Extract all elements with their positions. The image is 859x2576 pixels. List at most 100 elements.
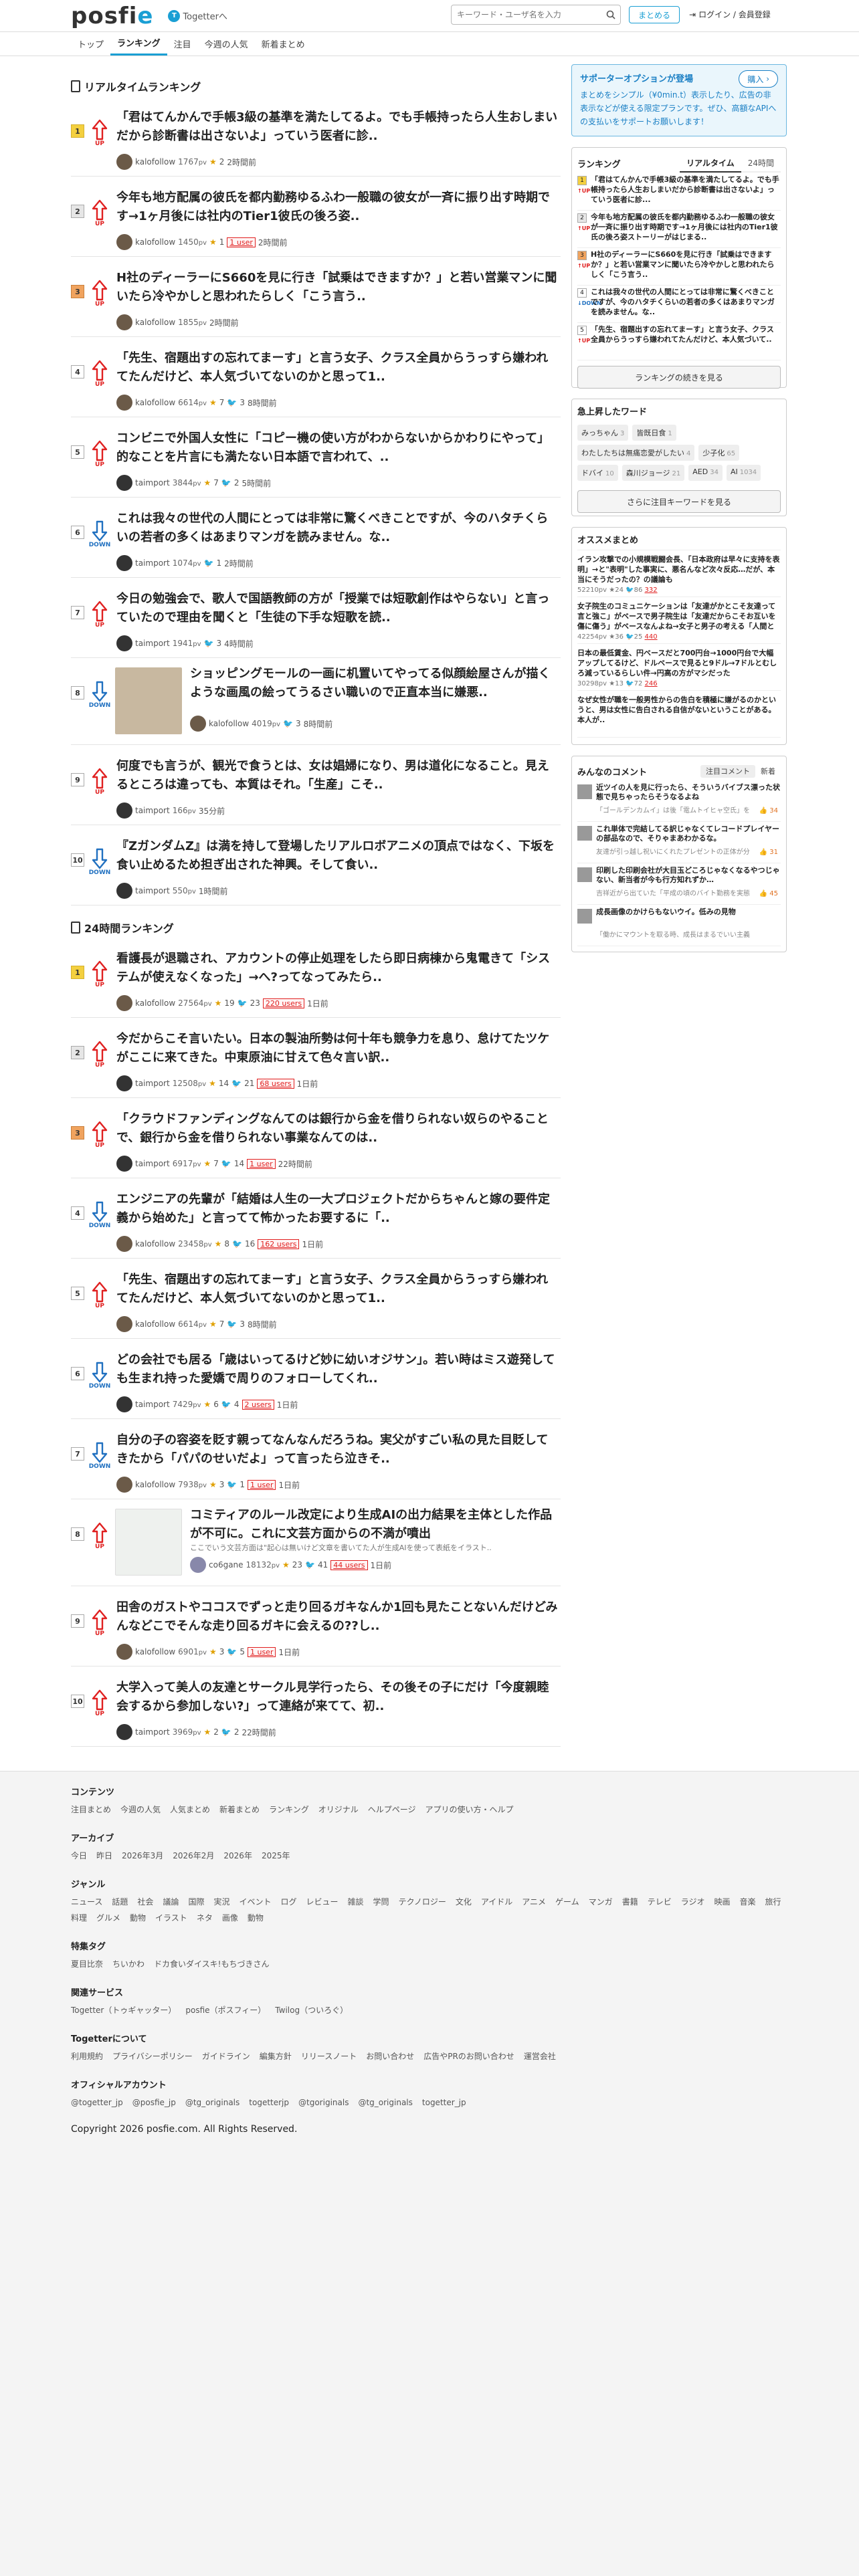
togetter-link[interactable]: T Togetterへ	[168, 9, 227, 22]
username[interactable]: kalofollow	[135, 1480, 175, 1489]
ranking-widget-item[interactable]: 2 ↑UP 今年も地方配属の彼氏を都内勤務ゆるふわ一般職の彼女が一斉に振り出す時期で…	[577, 211, 781, 248]
footer-link[interactable]: 今週の人気	[120, 1803, 161, 1816]
footer-link[interactable]: ガイドライン	[202, 2050, 250, 2063]
entry-title-link[interactable]: 看護長が退職され、アカウントの停止処理をしたら即日病棟から鬼電きて「システムが使…	[116, 950, 559, 987]
keyword-chip[interactable]: 少子化 65	[698, 445, 740, 461]
username[interactable]: taimport	[135, 806, 170, 815]
username[interactable]: kalofollow	[135, 1647, 175, 1656]
entry-title-link[interactable]: 田舎のガストやココスでずっと走り回るガキなんか1回も見たことないんだけどみんなど…	[116, 1598, 559, 1636]
username[interactable]: taimport	[135, 558, 170, 568]
footer-link[interactable]: グルメ	[96, 1911, 120, 1925]
footer-link[interactable]: 画像	[222, 1911, 238, 1925]
keyword-chip[interactable]: ドバイ 10	[577, 465, 618, 481]
avatar[interactable]	[116, 154, 132, 170]
avatar[interactable]	[116, 1724, 132, 1740]
avatar[interactable]	[116, 395, 132, 411]
footer-link[interactable]: マンガ	[589, 1895, 613, 1909]
entry-title-link[interactable]: どの会社でも居る「歳はいってるけど妙に幼いオジサン」。若い時はミス遊発しても生ま…	[116, 1351, 559, 1388]
entry-thumbnail[interactable]	[115, 667, 182, 734]
footer-link[interactable]: Togetter（トゥギャッター）	[71, 2004, 176, 2017]
footer-link[interactable]: @posfie_jp	[132, 2096, 176, 2109]
entry-title-link[interactable]: 大学入って美人の友達とサークル見学行ったら、その後その子にだけ「今度親睦会するか…	[116, 1679, 559, 1716]
keyword-chip[interactable]: AI 1034	[726, 465, 761, 481]
footer-link[interactable]: ニュース	[71, 1895, 102, 1909]
footer-link[interactable]: レビュー	[306, 1895, 339, 1909]
avatar[interactable]	[116, 1644, 132, 1660]
realtime-entry[interactable]: 7 UP 今日の勉強会で、歌人で国語教師の方が「授業では短歌創作はやらない」と言って…	[71, 578, 561, 658]
footer-link[interactable]: ラジオ	[681, 1895, 705, 1909]
bookmark-users[interactable]: 44 users	[330, 1560, 368, 1570]
comment-source-link[interactable]: 友達が引っ越し祝いにくれたプレゼントの正体が分か..	[596, 846, 750, 856]
footer-link[interactable]: アニメ	[522, 1895, 546, 1909]
comment-item[interactable]: これ単体で完結してる訳じゃなくてレコードプレイヤーの部品なので、そりゃまあわかる…	[577, 822, 781, 863]
entry-title-link[interactable]: エンジニアの先輩が「結婚は人生の一大プロジェクトだからちゃんと嫁の要件定義から始…	[116, 1190, 559, 1228]
nav-featured[interactable]: 注目	[167, 31, 198, 56]
footer-link[interactable]: ちいかわ	[112, 1957, 145, 1971]
ranking-more-button[interactable]: ランキングの続きを見る	[577, 366, 781, 389]
footer-link[interactable]: togetter_jp	[422, 2096, 466, 2109]
osusume-item[interactable]: イラン攻撃での小規模戦闘会長、「日本政府は早々に支持を表明」→と"表明"した事実…	[577, 550, 781, 597]
footer-link[interactable]: お問い合わせ	[366, 2050, 414, 2063]
tab-new-comments[interactable]: 新着	[755, 765, 781, 778]
footer-link[interactable]: 書籍	[622, 1895, 638, 1909]
footer-link[interactable]: 夏目比奈	[71, 1957, 103, 1971]
footer-link[interactable]: @tgoriginals	[298, 2096, 349, 2109]
ranking-widget-item[interactable]: 1 ↑UP 「君はてんかんで手帳3級の基準を満たしてるよ。でも手帳持ったら人生おしま…	[577, 173, 781, 211]
nav-new[interactable]: 新着まとめ	[255, 31, 312, 56]
bookmark-users[interactable]: 1 user	[247, 1479, 276, 1490]
entry-title-link[interactable]: 今日の勉強会で、歌人で国語教師の方が「授業では短歌創作はやらない」と言っていたの…	[116, 590, 559, 627]
footer-link[interactable]: 運営会社	[524, 2050, 556, 2063]
footer-link[interactable]: 旅行	[765, 1895, 781, 1909]
avatar[interactable]	[116, 995, 132, 1011]
username[interactable]: taimport	[135, 1727, 170, 1737]
daily-entry[interactable]: 1 UP 看護長が退職され、アカウントの停止処理をしたら即日病棟から鬼電きて「システ…	[71, 938, 561, 1018]
tab-realtime[interactable]: リアルタイム	[680, 154, 741, 173]
avatar[interactable]	[116, 635, 132, 651]
username[interactable]: taimport	[135, 1079, 170, 1088]
realtime-entry[interactable]: 9 UP 何度でも言うが、観光で食うとは、女は娼婦になり、男は道化になること。見える…	[71, 745, 561, 825]
keyword-chip[interactable]: AED 34	[688, 465, 723, 481]
footer-link[interactable]: 動物	[248, 1911, 264, 1925]
username[interactable]: taimport	[135, 1159, 170, 1168]
bookmark-users[interactable]: 162 users	[258, 1239, 300, 1249]
daily-entry[interactable]: 3 UP 「クラウドファンディングなんてのは銀行から金を借りられない奴らのやることで…	[71, 1098, 561, 1178]
entry-title-link[interactable]: H社のディーラーにS660を見に行き「試乗はできますか？」と若い営業マンに聞いた…	[116, 269, 559, 306]
footer-link[interactable]: 料理	[71, 1911, 87, 1925]
entry-title-link[interactable]: コンビニで外国人女性に「コピー機の使い方がわからないからかわりにやって」的なこと…	[116, 429, 559, 467]
realtime-entry[interactable]: 3 UP H社のディーラーにS660を見に行き「試乗はできますか？」と若い営業マンに…	[71, 257, 561, 337]
osusume-title-link[interactable]: なぜ女性が職を一般男性からの告白を積極に嫌がるのかというと、男は女性に告白される…	[577, 695, 781, 724]
ranking-widget-item[interactable]: 3 ↑UP H社のディーラーにS660を見に行き「試乗はできますか？」と若い営業マン…	[577, 248, 781, 286]
footer-link[interactable]: ドカ食いダイスキ!もちづきさん	[154, 1957, 269, 1971]
username[interactable]: kalofollow	[135, 398, 175, 407]
realtime-entry[interactable]: 5 UP コンビニで外国人女性に「コピー機の使い方がわからないからかわりにやって」的…	[71, 417, 561, 498]
footer-link[interactable]: 昨日	[96, 1849, 112, 1862]
footer-link[interactable]: ゲーム	[555, 1895, 579, 1909]
footer-link[interactable]: 今日	[71, 1849, 87, 1862]
footer-link[interactable]: 編集方針	[260, 2050, 292, 2063]
footer-link[interactable]: プライバシーポリシー	[112, 2050, 193, 2063]
footer-link[interactable]: イベント	[239, 1895, 271, 1909]
avatar[interactable]	[116, 802, 132, 819]
footer-link[interactable]: テレビ	[648, 1895, 672, 1909]
footer-link[interactable]: 文化	[456, 1895, 472, 1909]
footer-link[interactable]: 2026年	[223, 1849, 252, 1862]
comment-item[interactable]: 成長画像のかけらもないウイ。低みの見物 「働かにマウントを取る時、成長はまるでいい…	[577, 905, 781, 946]
posfie-logo[interactable]: posfie	[71, 5, 153, 27]
bookmark-users[interactable]: 440	[645, 633, 658, 641]
avatar[interactable]	[577, 826, 592, 841]
avatar[interactable]	[116, 234, 132, 250]
osusume-title-link[interactable]: 女子院生のコミュニケーションは「友達がかとこそ友達って言と強こ」がベースで男子院…	[577, 601, 781, 631]
avatar[interactable]	[116, 555, 132, 571]
entry-title-link[interactable]: 自分の子の容姿を貶す親ってなんなんだろうね。実父がすごい私の見た目貶してきたから…	[116, 1431, 559, 1469]
avatar[interactable]	[116, 1156, 132, 1172]
osusume-item[interactable]: 女子院生のコミュニケーションは「友達がかとこそ友達って言と強こ」がベースで男子院…	[577, 597, 781, 644]
footer-link[interactable]: 話題	[112, 1895, 128, 1909]
footer-link[interactable]: ネタ	[197, 1911, 213, 1925]
bookmark-users[interactable]: 2 users	[242, 1399, 274, 1410]
keywords-more-button[interactable]: さらに注目キーワードを見る	[577, 490, 781, 513]
comment-source-link[interactable]: 「ゴールデンカムイ」は後「電ムトイヒャ空氏」を..	[596, 804, 750, 815]
username[interactable]: kalofollow	[135, 1319, 175, 1329]
username[interactable]: kalofollow	[135, 237, 175, 247]
comment-item[interactable]: 印刷した印刷会社が大目玉どころじゃなくなるやつじゃない、新当者が今も行方知れずか…	[577, 863, 781, 905]
avatar[interactable]	[577, 867, 592, 882]
